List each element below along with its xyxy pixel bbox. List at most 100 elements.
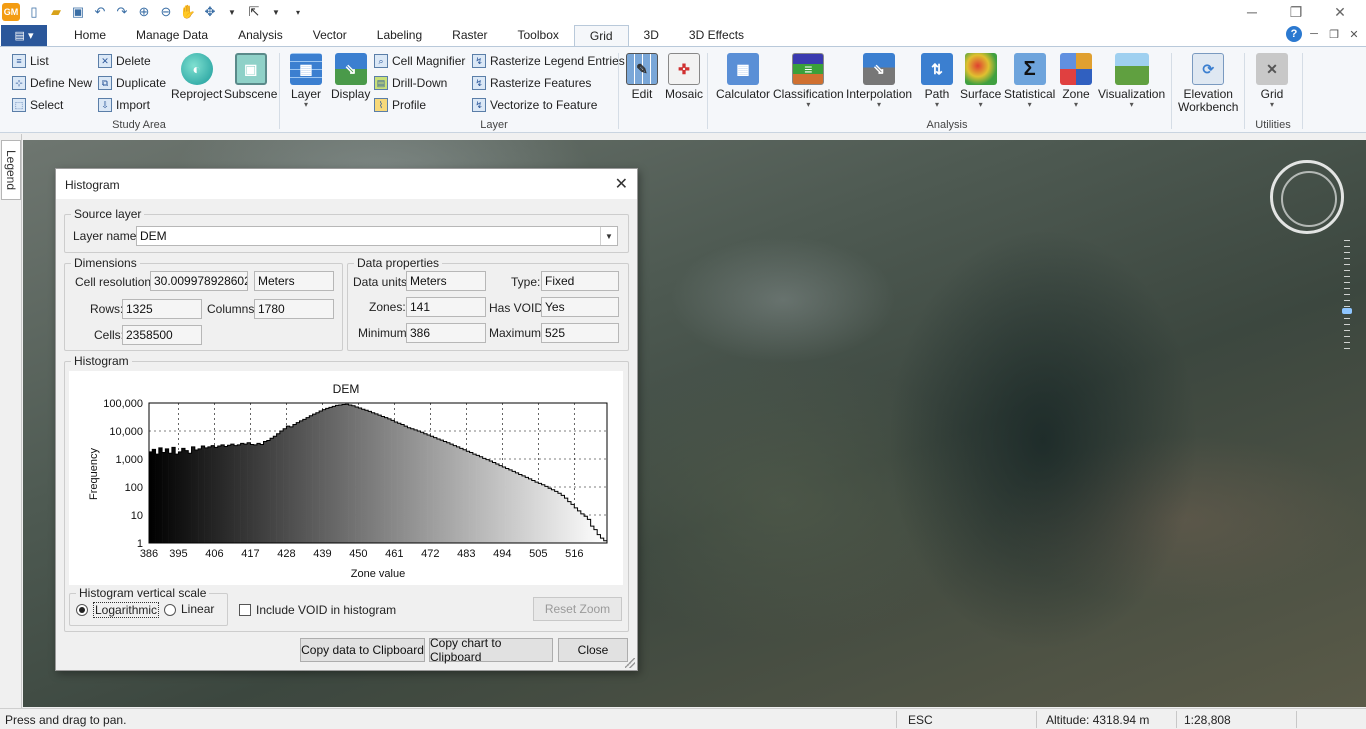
zoom-in-icon[interactable]: ⊕ [136, 4, 152, 20]
histogram-bar [256, 443, 261, 543]
tab-3d-effects[interactable]: 3D Effects [674, 25, 759, 46]
grid-utilities-button[interactable]: ✕ Grid ▾ [1256, 53, 1288, 109]
layer-name-select[interactable]: DEM ▼ [136, 226, 618, 246]
columns-field: 1780 [254, 299, 334, 319]
undo-icon[interactable]: ↶ [92, 4, 108, 20]
minimize-window-icon[interactable]: ─ [1242, 2, 1262, 22]
zoom-out-icon[interactable]: ⊖ [158, 4, 174, 20]
redo-icon[interactable]: ↷ [114, 4, 130, 20]
edit-button[interactable]: ✎ Edit [626, 53, 658, 101]
histogram-bar [368, 411, 372, 543]
reproject-button[interactable]: ◐ Reproject [171, 53, 222, 101]
cell-magnifier-button[interactable]: ⌕ Cell Magnifier [374, 51, 465, 71]
histogram-bar [404, 426, 408, 543]
linear-radio[interactable] [164, 604, 176, 616]
logarithmic-label[interactable]: Logarithmic [93, 602, 160, 618]
navigation-compass[interactable] [1270, 160, 1344, 234]
new-file-icon[interactable]: ▯ [26, 4, 42, 20]
tab-toolbox[interactable]: Toolbox [503, 25, 574, 46]
calculator-button[interactable]: ▦ Calculator [716, 53, 770, 101]
subscene-button[interactable]: ▣ Subscene [224, 53, 277, 101]
rasterize-icon: ↯ [472, 76, 486, 90]
tab-raster[interactable]: Raster [437, 25, 502, 46]
cell-resolution-label: Cell resolution: [75, 275, 155, 289]
dialog-title-bar: Histogram ✕ [56, 169, 637, 199]
tab-home[interactable]: Home [59, 25, 121, 46]
copy-data-button[interactable]: Copy data to Clipboard [300, 638, 425, 662]
linear-label[interactable]: Linear [181, 602, 214, 616]
y-axis-label: Frequency [88, 448, 100, 500]
dialog-close-icon[interactable]: ✕ [615, 174, 628, 194]
full-extent-icon[interactable]: ✥ [202, 4, 218, 20]
logarithmic-radio[interactable] [76, 604, 88, 616]
legend-tab[interactable]: Legend [1, 140, 21, 200]
select-button[interactable]: ⬚ Select [12, 95, 63, 115]
resize-grip[interactable] [625, 658, 635, 668]
visualization-button[interactable]: Visualization ▾ [1098, 53, 1165, 109]
rasterize-features-button[interactable]: ↯ Rasterize Features [472, 73, 591, 93]
application-menu-button[interactable]: ▤ ▾ [1, 25, 47, 46]
open-folder-icon[interactable]: ▰ [48, 4, 64, 20]
list-button[interactable]: ≡ List [12, 51, 49, 71]
histogram-bar [515, 472, 519, 543]
ribbon-minimize-icon[interactable]: ─ [1306, 26, 1322, 42]
ribbon-close-icon[interactable]: ✕ [1346, 26, 1362, 42]
display-button[interactable]: ⇘ Display [331, 53, 370, 101]
zoom-slider-thumb[interactable] [1342, 308, 1352, 314]
profile-button[interactable]: ⌇ Profile [374, 95, 426, 115]
tab-analysis[interactable]: Analysis [223, 25, 298, 46]
histogram-bar [292, 424, 297, 543]
include-void-label[interactable]: Include VOID in histogram [256, 603, 396, 617]
dropdown-arrow-icon: ▾ [877, 100, 882, 109]
histogram-bar [243, 444, 248, 543]
delete-button[interactable]: ✕ Delete [98, 51, 151, 71]
ribbon-restore-icon[interactable]: ❐ [1326, 26, 1342, 42]
define-new-button[interactable]: ⊹ Define New [12, 73, 92, 93]
tab-labeling[interactable]: Labeling [362, 25, 437, 46]
histogram-bar [492, 462, 497, 543]
select-pointer-icon[interactable]: ⇱ [246, 4, 262, 20]
tab-3d[interactable]: 3D [629, 25, 674, 46]
save-icon[interactable]: ▣ [70, 4, 86, 20]
restore-window-icon[interactable]: ❐ [1286, 2, 1306, 22]
vectorize-button[interactable]: ↯ Vectorize to Feature [472, 95, 597, 115]
interpolation-button[interactable]: ⇘ Interpolation ▾ [846, 53, 912, 109]
histogram-bar [378, 415, 382, 543]
histogram-bar [181, 448, 186, 543]
reset-zoom-button[interactable]: Reset Zoom [533, 597, 622, 621]
drill-down-button[interactable]: ▤ Drill-Down [374, 73, 447, 93]
analysis-group-label: Analysis [926, 119, 968, 131]
histogram-bar [472, 454, 477, 543]
include-void-checkbox[interactable] [239, 604, 251, 616]
histogram-bar [518, 474, 523, 543]
histogram-bar [436, 438, 441, 543]
close-window-icon[interactable]: ✕ [1330, 2, 1350, 22]
copy-chart-button[interactable]: Copy chart to Clipboard [429, 636, 553, 664]
histogram-bar [178, 451, 183, 543]
tab-manage-data[interactable]: Manage Data [121, 25, 223, 46]
surface-button[interactable]: Surface ▾ [960, 53, 1001, 109]
path-button[interactable]: ⇅ Path ▾ [921, 53, 953, 109]
minimum-label: Minimum: [358, 326, 411, 340]
duplicate-button[interactable]: ⧉ Duplicate [98, 73, 166, 93]
zoom-slider[interactable] [1344, 240, 1350, 352]
close-button[interactable]: Close [558, 638, 628, 662]
customize-qat-icon[interactable]: ▾ [290, 4, 306, 20]
rasterize-legend-button[interactable]: ↯ Rasterize Legend Entries [472, 51, 625, 71]
histogram-bar [191, 446, 196, 543]
tab-grid[interactable]: Grid [573, 25, 629, 46]
tab-vector[interactable]: Vector [298, 25, 362, 46]
mosaic-button[interactable]: ✜ Mosaic [665, 53, 703, 101]
help-icon[interactable]: ? [1286, 26, 1302, 42]
classification-button[interactable]: ≡ Classification ▾ [773, 53, 844, 109]
zone-button[interactable]: Zone ▾ [1060, 53, 1092, 109]
histogram-chart-area[interactable]: DEM Zone value Frequency 1 10 100 1,000 10,0… [69, 371, 623, 585]
chevron-down-icon[interactable]: ▼ [600, 227, 617, 245]
statistical-button[interactable]: Σ Statistical ▾ [1004, 53, 1055, 109]
pan-hand-icon[interactable]: ✋ [180, 4, 196, 20]
layer-button[interactable]: ▦ Layer ▾ [290, 53, 322, 109]
elevation-workbench-button[interactable]: ⟳ Elevation Workbench [1178, 53, 1238, 114]
dropdown-arrow-icon[interactable]: ▼ [268, 4, 284, 20]
import-button[interactable]: ⇩ Import [98, 95, 150, 115]
dropdown-arrow-icon[interactable]: ▼ [224, 4, 240, 20]
